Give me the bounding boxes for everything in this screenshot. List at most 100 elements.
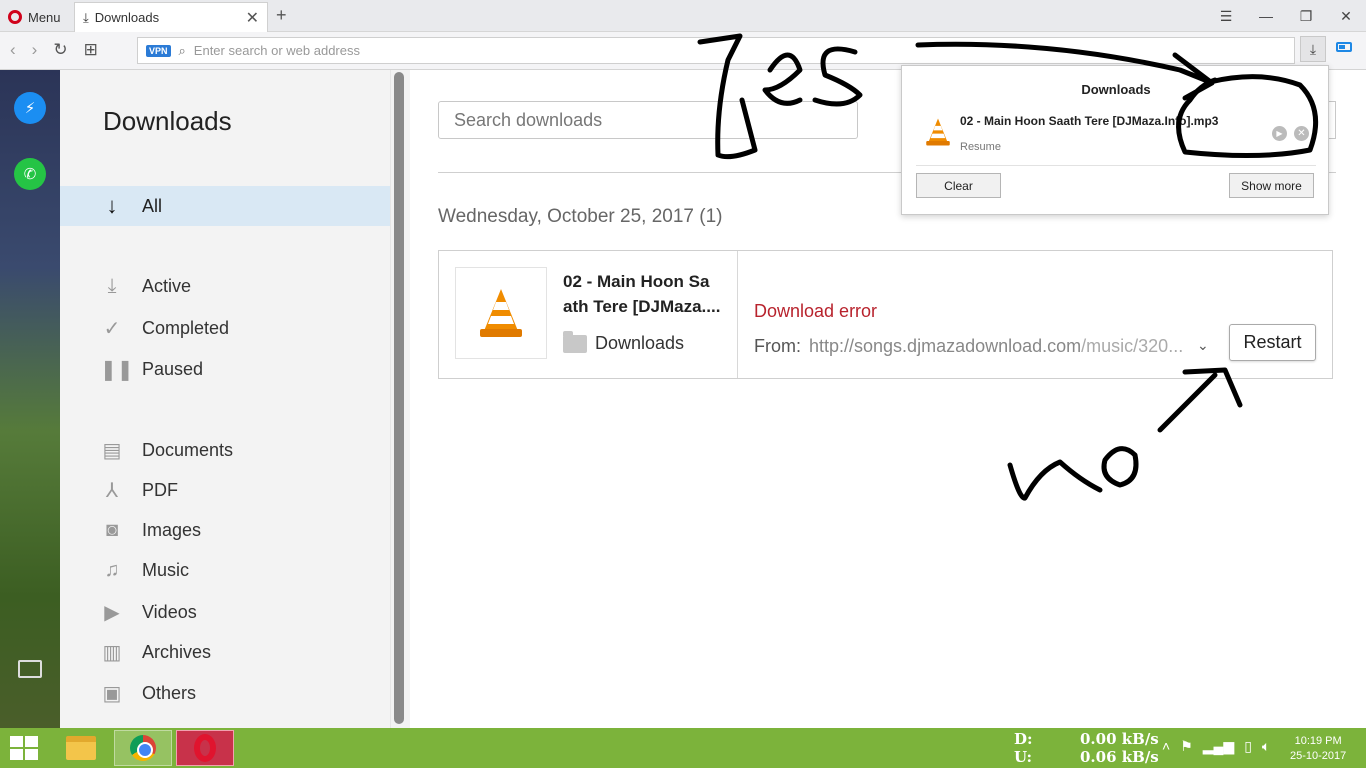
folder-icon <box>563 330 587 353</box>
nav-item-all[interactable]: ↓ All <box>60 186 390 226</box>
resume-play-icon[interactable]: ▶ <box>1272 126 1287 141</box>
music-note-icon: ♫ <box>104 559 120 581</box>
nav-item-label: PDF <box>142 480 178 500</box>
file-name[interactable]: 02 - Main Hoon Sa ath Tere [DJMaza.... <box>563 269 733 319</box>
chevron-up-icon[interactable]: ˄ <box>1162 738 1170 755</box>
nav-item-active[interactable]: ⤓ Active <box>100 275 191 298</box>
net-up-value: 0.06 kB/s <box>1080 748 1159 766</box>
download-tray-icon: ⤓ <box>107 275 117 297</box>
address-field[interactable]: VPN ⌕ Enter search or web address <box>137 37 1295 64</box>
chevron-down-icon[interactable]: ⌄ <box>1197 337 1209 354</box>
opera-icon <box>194 734 216 762</box>
terminal-icon: ▣ <box>102 683 122 705</box>
signal-icon[interactable]: ▂▄▆ <box>1203 738 1234 755</box>
tab-close-icon[interactable]: ✕ <box>246 8 259 28</box>
popup-resume-link[interactable]: Resume <box>960 141 1001 153</box>
system-tray: ˄ ⚑ ▂▄▆ ▯ 🔈︎ <box>1162 738 1270 755</box>
folder-icon <box>66 736 96 760</box>
nav-item-archives[interactable]: ▥ Archives <box>100 640 211 665</box>
pdf-icon: ⅄ <box>105 480 119 502</box>
show-more-button[interactable]: Show more <box>1229 173 1314 198</box>
sidebar-toggle-icon[interactable] <box>18 660 42 678</box>
clock-time: 10:19 PM <box>1294 735 1342 747</box>
nav-item-label: Completed <box>142 318 230 338</box>
clear-button[interactable]: Clear <box>916 173 1001 198</box>
down-arrow-icon: ↓ <box>106 193 118 218</box>
reload-icon[interactable]: ↻ <box>53 40 67 60</box>
source-url[interactable]: http://songs.djmazadownload.com/music/32… <box>809 336 1183 357</box>
close-window-button[interactable]: ✕ <box>1326 8 1366 25</box>
check-icon: ✓ <box>103 318 121 340</box>
nav-item-label: Music <box>142 560 190 580</box>
battery-saver-icon[interactable] <box>1336 42 1352 52</box>
volume-icon[interactable]: 🔈︎ <box>1262 738 1270 755</box>
flag-icon[interactable]: ⚑ <box>1180 738 1193 755</box>
popup-title: Downloads <box>1081 82 1151 97</box>
windows-start-icon[interactable] <box>10 736 38 760</box>
vlc-cone-icon <box>924 116 952 153</box>
nav-item-label: Videos <box>142 602 197 622</box>
search-placeholder: Search downloads <box>454 109 603 130</box>
restore-button[interactable]: ❐ <box>1286 8 1326 25</box>
forward-icon[interactable]: › <box>32 40 38 60</box>
file-thumbnail[interactable] <box>455 267 547 359</box>
scrollbar-thumb[interactable] <box>394 72 404 724</box>
downloads-nav-panel: Downloads ↓ All ⤓ Active ✓ Completed ❚❚ … <box>60 70 390 728</box>
nav-item-completed[interactable]: ✓ Completed <box>100 316 229 341</box>
address-placeholder[interactable]: Enter search or web address <box>194 43 360 58</box>
video-icon: ▶ <box>104 602 120 624</box>
battery-icon[interactable]: ▯ <box>1244 738 1252 755</box>
chrome-taskbar-button[interactable] <box>114 730 172 766</box>
clock-date: 25-10-2017 <box>1290 750 1347 762</box>
downloads-toolbar-button[interactable]: ⤓ <box>1300 36 1326 62</box>
popup-divider <box>916 165 1316 166</box>
new-tab-button[interactable]: + <box>276 5 287 26</box>
date-group-header: Wednesday, October 25, 2017 (1) <box>438 206 723 227</box>
open-folder-link[interactable]: Downloads <box>563 330 685 354</box>
net-down-label: D: <box>1014 730 1033 748</box>
tab-grid-icon[interactable]: ⊞ <box>84 40 98 60</box>
document-icon: ▤ <box>102 440 122 462</box>
download-icon: ⤓ <box>83 9 89 25</box>
nav-item-pdf[interactable]: ⅄ PDF <box>100 478 178 503</box>
restart-button[interactable]: Restart <box>1229 324 1316 361</box>
opera-menu-button[interactable]: Menu <box>8 8 61 26</box>
search-downloads-input[interactable]: Search downloads <box>438 101 858 139</box>
popup-file-name[interactable]: 02 - Main Hoon Saath Tere [DJMaza.Info].… <box>960 114 1218 128</box>
download-status: Download error <box>754 301 878 321</box>
card-divider <box>737 251 738 378</box>
net-up-label: U: <box>1014 748 1033 766</box>
nav-item-others[interactable]: ▣ Others <box>100 681 196 706</box>
back-icon[interactable]: ‹ <box>10 40 16 60</box>
minimize-button[interactable]: — <box>1246 8 1286 24</box>
tab-title: Downloads <box>94 10 160 25</box>
net-down-value: 0.00 kB/s <box>1080 730 1159 748</box>
zip-icon: ▥ <box>102 642 122 664</box>
cancel-close-icon[interactable]: ✕ <box>1294 126 1309 141</box>
whatsapp-icon[interactable]: ✆ <box>14 158 46 190</box>
nav-item-paused[interactable]: ❚❚ Paused <box>100 357 203 382</box>
nav-item-label: All <box>142 195 163 216</box>
chrome-icon <box>130 735 156 761</box>
tab-menu-icon[interactable]: ☰ <box>1206 8 1246 25</box>
menu-label: Menu <box>28 9 61 25</box>
nav-item-music[interactable]: ♫ Music <box>100 559 190 582</box>
tab-downloads[interactable]: ⤓ Downloads ✕ <box>74 2 268 32</box>
search-icon: ⌕ <box>178 42 186 58</box>
nav-item-label: Images <box>142 520 202 540</box>
folder-label: Downloads <box>595 333 685 353</box>
nav-item-images[interactable]: ◙ Images <box>100 519 201 542</box>
download-source: From: http://songs.djmazadownload.com/mu… <box>754 336 1224 357</box>
opera-taskbar-button[interactable] <box>176 730 234 766</box>
window-controls: ☰ — ❐ ✕ <box>1206 0 1366 32</box>
nav-item-videos[interactable]: ▶ Videos <box>100 600 197 625</box>
messenger-icon[interactable]: ⚡ <box>14 92 46 124</box>
nav-item-label: Others <box>142 683 197 703</box>
downloads-popup: Downloads 02 - Main Hoon Saath Tere [DJM… <box>901 65 1329 215</box>
nav-item-label: Active <box>142 276 192 296</box>
vpn-badge[interactable]: VPN <box>146 44 171 57</box>
from-label: From: <box>754 336 801 356</box>
nav-item-documents[interactable]: ▤ Documents <box>100 438 234 463</box>
clock[interactable]: 10:19 PM 25-10-2017 <box>1290 734 1346 764</box>
file-explorer-taskbar-button[interactable] <box>52 730 110 766</box>
